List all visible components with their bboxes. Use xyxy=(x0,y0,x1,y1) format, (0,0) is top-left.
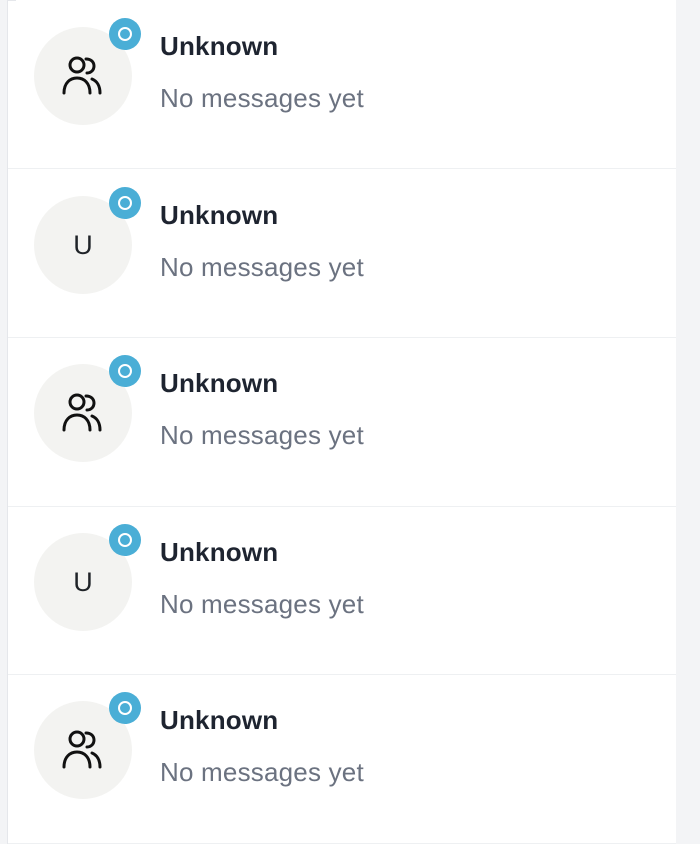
conversation-name: Unknown xyxy=(160,368,279,398)
status-ring-icon xyxy=(118,196,132,210)
conversation-preview: No messages yet xyxy=(160,420,364,450)
conversation-item[interactable]: Unknown No messages yet xyxy=(8,0,676,169)
status-ring-icon xyxy=(118,364,132,378)
users-icon xyxy=(62,56,102,95)
conversation-preview: No messages yet xyxy=(160,757,364,787)
conversation-preview: No messages yet xyxy=(160,252,364,282)
conversation-preview: No messages yet xyxy=(160,589,364,619)
conversation-item[interactable]: Unknown No messages yet xyxy=(8,675,676,844)
avatar-initial: U xyxy=(73,229,93,260)
conversation-item[interactable]: Unknown No messages yet xyxy=(8,338,676,507)
status-badge xyxy=(109,187,141,219)
conversation-preview: No messages yet xyxy=(160,83,364,113)
status-badge xyxy=(109,18,141,50)
status-badge xyxy=(109,524,141,556)
conversation-item[interactable]: U Unknown No messages yet xyxy=(8,169,676,338)
avatar-initial: U xyxy=(73,566,93,597)
scrollbar-track[interactable] xyxy=(676,0,700,844)
conversation-name: Unknown xyxy=(160,705,279,735)
status-badge xyxy=(109,692,141,724)
conversation-list: Unknown No messages yet U Unknown No mes… xyxy=(7,0,676,844)
status-ring-icon xyxy=(118,701,132,715)
users-icon xyxy=(62,393,102,432)
conversation-name: Unknown xyxy=(160,537,279,567)
status-ring-icon xyxy=(118,27,132,41)
status-badge xyxy=(109,355,141,387)
status-ring-icon xyxy=(118,533,132,547)
conversation-name: Unknown xyxy=(160,31,279,61)
conversation-name: Unknown xyxy=(160,200,279,230)
conversation-item[interactable]: U Unknown No messages yet xyxy=(8,506,676,675)
users-icon xyxy=(62,730,102,769)
